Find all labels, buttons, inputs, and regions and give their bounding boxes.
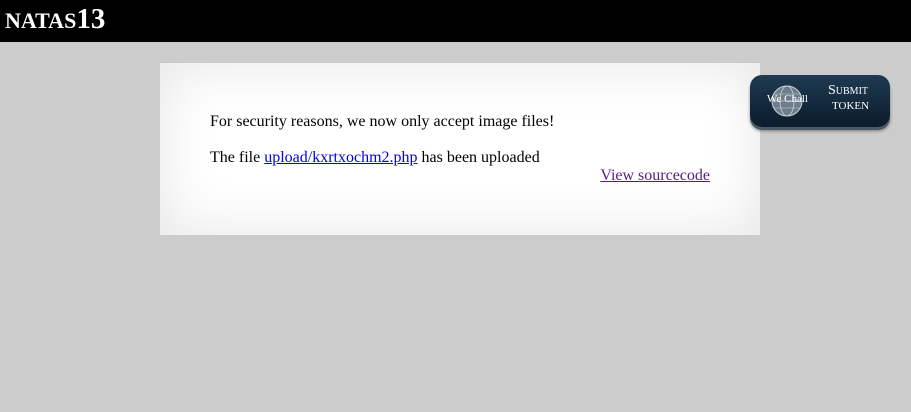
header-bar: NATAS13	[0, 0, 911, 42]
submit-label: Submit	[828, 83, 869, 98]
title-prefix: NATAS	[5, 8, 77, 33]
title-number: 13	[76, 3, 106, 35]
view-sourcecode-link[interactable]: View sourcecode	[600, 167, 710, 185]
content-panel: For security reasons, we now only accept…	[160, 63, 760, 235]
upload-prefix: The file	[210, 149, 265, 166]
upload-suffix: has been uploaded	[417, 149, 540, 166]
security-notice: For security reasons, we now only accept…	[210, 113, 555, 130]
upload-status: The file upload/kxrtxochm2.php has been …	[210, 149, 540, 167]
token-label: TOKEN	[832, 100, 870, 112]
page-title: NATAS13	[5, 3, 105, 36]
uploaded-file-link[interactable]: upload/kxrtxochm2.php	[264, 149, 417, 166]
submit-token-button[interactable]: We Chall Submit TOKEN	[750, 75, 890, 127]
wechall-logo-text: We Chall	[767, 93, 808, 105]
